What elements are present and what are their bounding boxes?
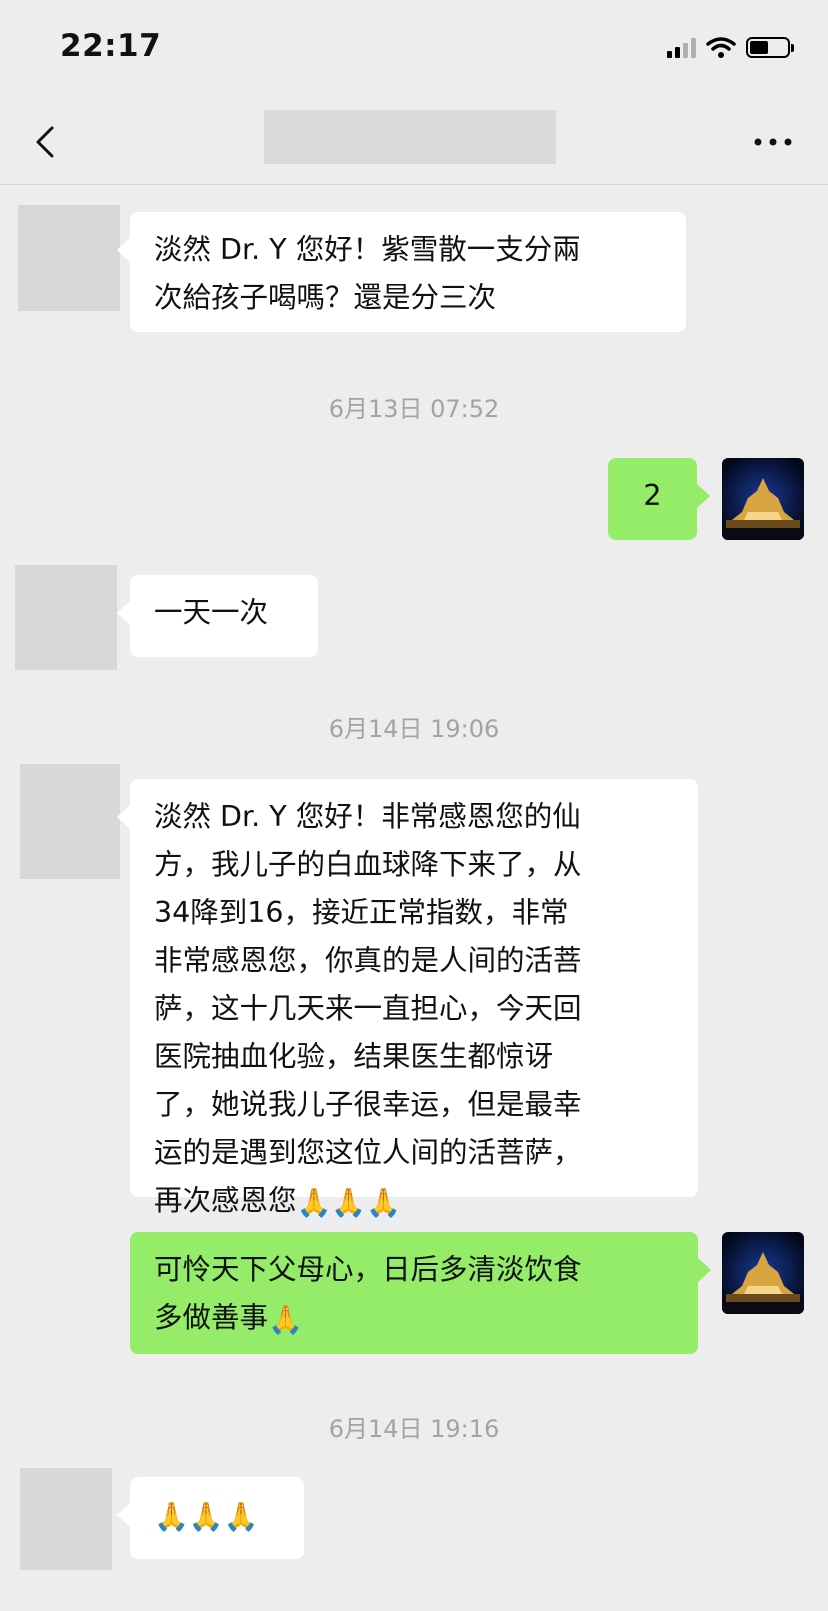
self-avatar[interactable] <box>722 458 804 540</box>
chat-nav-bar <box>0 100 828 185</box>
signal-icon <box>667 36 696 58</box>
message-text: 淡然 Dr. Y 您好！非常感恩您的仙 <box>154 800 581 833</box>
message-text: 一天一次 <box>154 596 269 629</box>
temple-night-image <box>722 458 804 540</box>
wifi-icon <box>706 37 736 58</box>
contact-avatar[interactable] <box>20 1468 112 1570</box>
message-text: 萨，这十几天来一直担心，今天回 <box>154 992 582 1025</box>
self-avatar[interactable] <box>722 1232 804 1314</box>
status-time: 22:17 <box>60 28 162 64</box>
message-text: 运的是遇到您这位人间的活菩萨， <box>154 1136 582 1169</box>
message-text: 多做善事 <box>154 1301 269 1334</box>
praying-hands-emoji: 🙏🙏🙏 <box>296 1186 402 1219</box>
message-bubble-incoming[interactable]: 淡然 Dr. Y 您好！非常感恩您的仙 方，我儿子的白血球降下来了，从 34降到… <box>117 779 698 1217</box>
praying-hands-emoji: 🙏🙏🙏 <box>154 1500 259 1533</box>
battery-icon <box>746 36 794 58</box>
message-timestamp: 6月14日 19:16 <box>328 1415 500 1443</box>
temple-night-image <box>722 1232 804 1314</box>
message-bubble-outgoing[interactable]: 2 <box>608 458 710 540</box>
message-timestamp: 6月13日 07:52 <box>328 395 500 423</box>
message-bubble-outgoing[interactable]: 可怜天下父母心，日后多清淡饮食 多做善事🙏 <box>130 1232 711 1354</box>
more-dots-icon <box>754 138 792 146</box>
message-text: 再次感恩您 <box>154 1184 297 1217</box>
status-icons <box>667 36 794 58</box>
back-button[interactable] <box>28 120 68 164</box>
contact-avatar[interactable] <box>20 764 120 879</box>
message-bubble-incoming[interactable]: 🙏🙏🙏 <box>117 1477 304 1559</box>
message-text: 非常感恩您，你真的是人间的活菩 <box>154 944 582 977</box>
message-text: 了，她说我儿子很幸运，但是最幸 <box>154 1088 582 1121</box>
message-text: 方，我儿子的白血球降下来了，从 <box>154 848 582 881</box>
message-timestamp: 6月14日 19:06 <box>328 715 500 743</box>
message-text: 淡然 Dr. Y 您好！紫雪散一支分兩 <box>154 233 581 266</box>
message-bubble-incoming[interactable]: 淡然 Dr. Y 您好！紫雪散一支分兩 次給孩子喝嗎？還是分三次 <box>117 212 686 332</box>
more-options-button[interactable] <box>748 122 798 162</box>
status-bar: 22:17 <box>0 0 828 100</box>
battery-fill <box>750 40 768 54</box>
message-text: 2 <box>643 479 662 512</box>
message-text: 医院抽血化验，结果医生都惊讶 <box>154 1040 554 1073</box>
contact-avatar[interactable] <box>18 205 120 311</box>
contact-avatar[interactable] <box>15 565 117 670</box>
message-bubble-incoming[interactable]: 一天一次 <box>117 575 318 657</box>
chevron-left-icon <box>36 126 54 158</box>
message-text: 34降到16，接近正常指数，非常 <box>154 896 569 929</box>
praying-hands-emoji: 🙏 <box>268 1303 303 1336</box>
message-text: 可怜天下父母心，日后多清淡饮食 <box>154 1253 582 1286</box>
chat-title-redacted <box>264 110 556 164</box>
message-text: 次給孩子喝嗎？還是分三次 <box>154 281 497 314</box>
